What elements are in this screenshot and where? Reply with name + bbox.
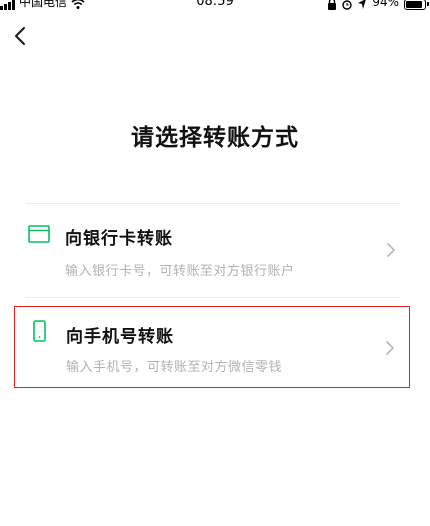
location-icon [358, 0, 367, 9]
divider [26, 297, 400, 298]
option-description: 输入手机号，可转账至对方微信零钱 [66, 360, 283, 375]
option-title: 向银行卡转账 [65, 229, 173, 249]
alarm-icon [342, 0, 353, 10]
page-title: 请选择转账方式 [131, 125, 299, 151]
transfer-to-bank-card-option[interactable]: 向银行卡转账 输入银行卡号，可转账至对方银行账户 [14, 205, 410, 287]
divider [26, 203, 400, 204]
transfer-to-phone-number-option[interactable]: 向手机号转账 输入手机号，可转账至对方微信零钱 [14, 306, 410, 388]
chevron-left-icon [15, 27, 25, 45]
battery-icon [404, 0, 429, 10]
back-button[interactable] [8, 22, 34, 50]
chevron-right-icon [386, 341, 394, 355]
lock-icon [328, 0, 337, 10]
option-description: 输入银行卡号，可转账至对方银行账户 [65, 264, 295, 279]
status-bar: 中国电信 08:59 94% [0, 0, 430, 14]
status-bar-right: 94% [327, 0, 429, 13]
mobile-phone-icon [33, 320, 46, 342]
battery-percentage: 94% [372, 0, 399, 9]
bank-card-icon [28, 225, 50, 243]
option-title: 向手机号转账 [66, 327, 174, 347]
chevron-right-icon [387, 243, 395, 257]
